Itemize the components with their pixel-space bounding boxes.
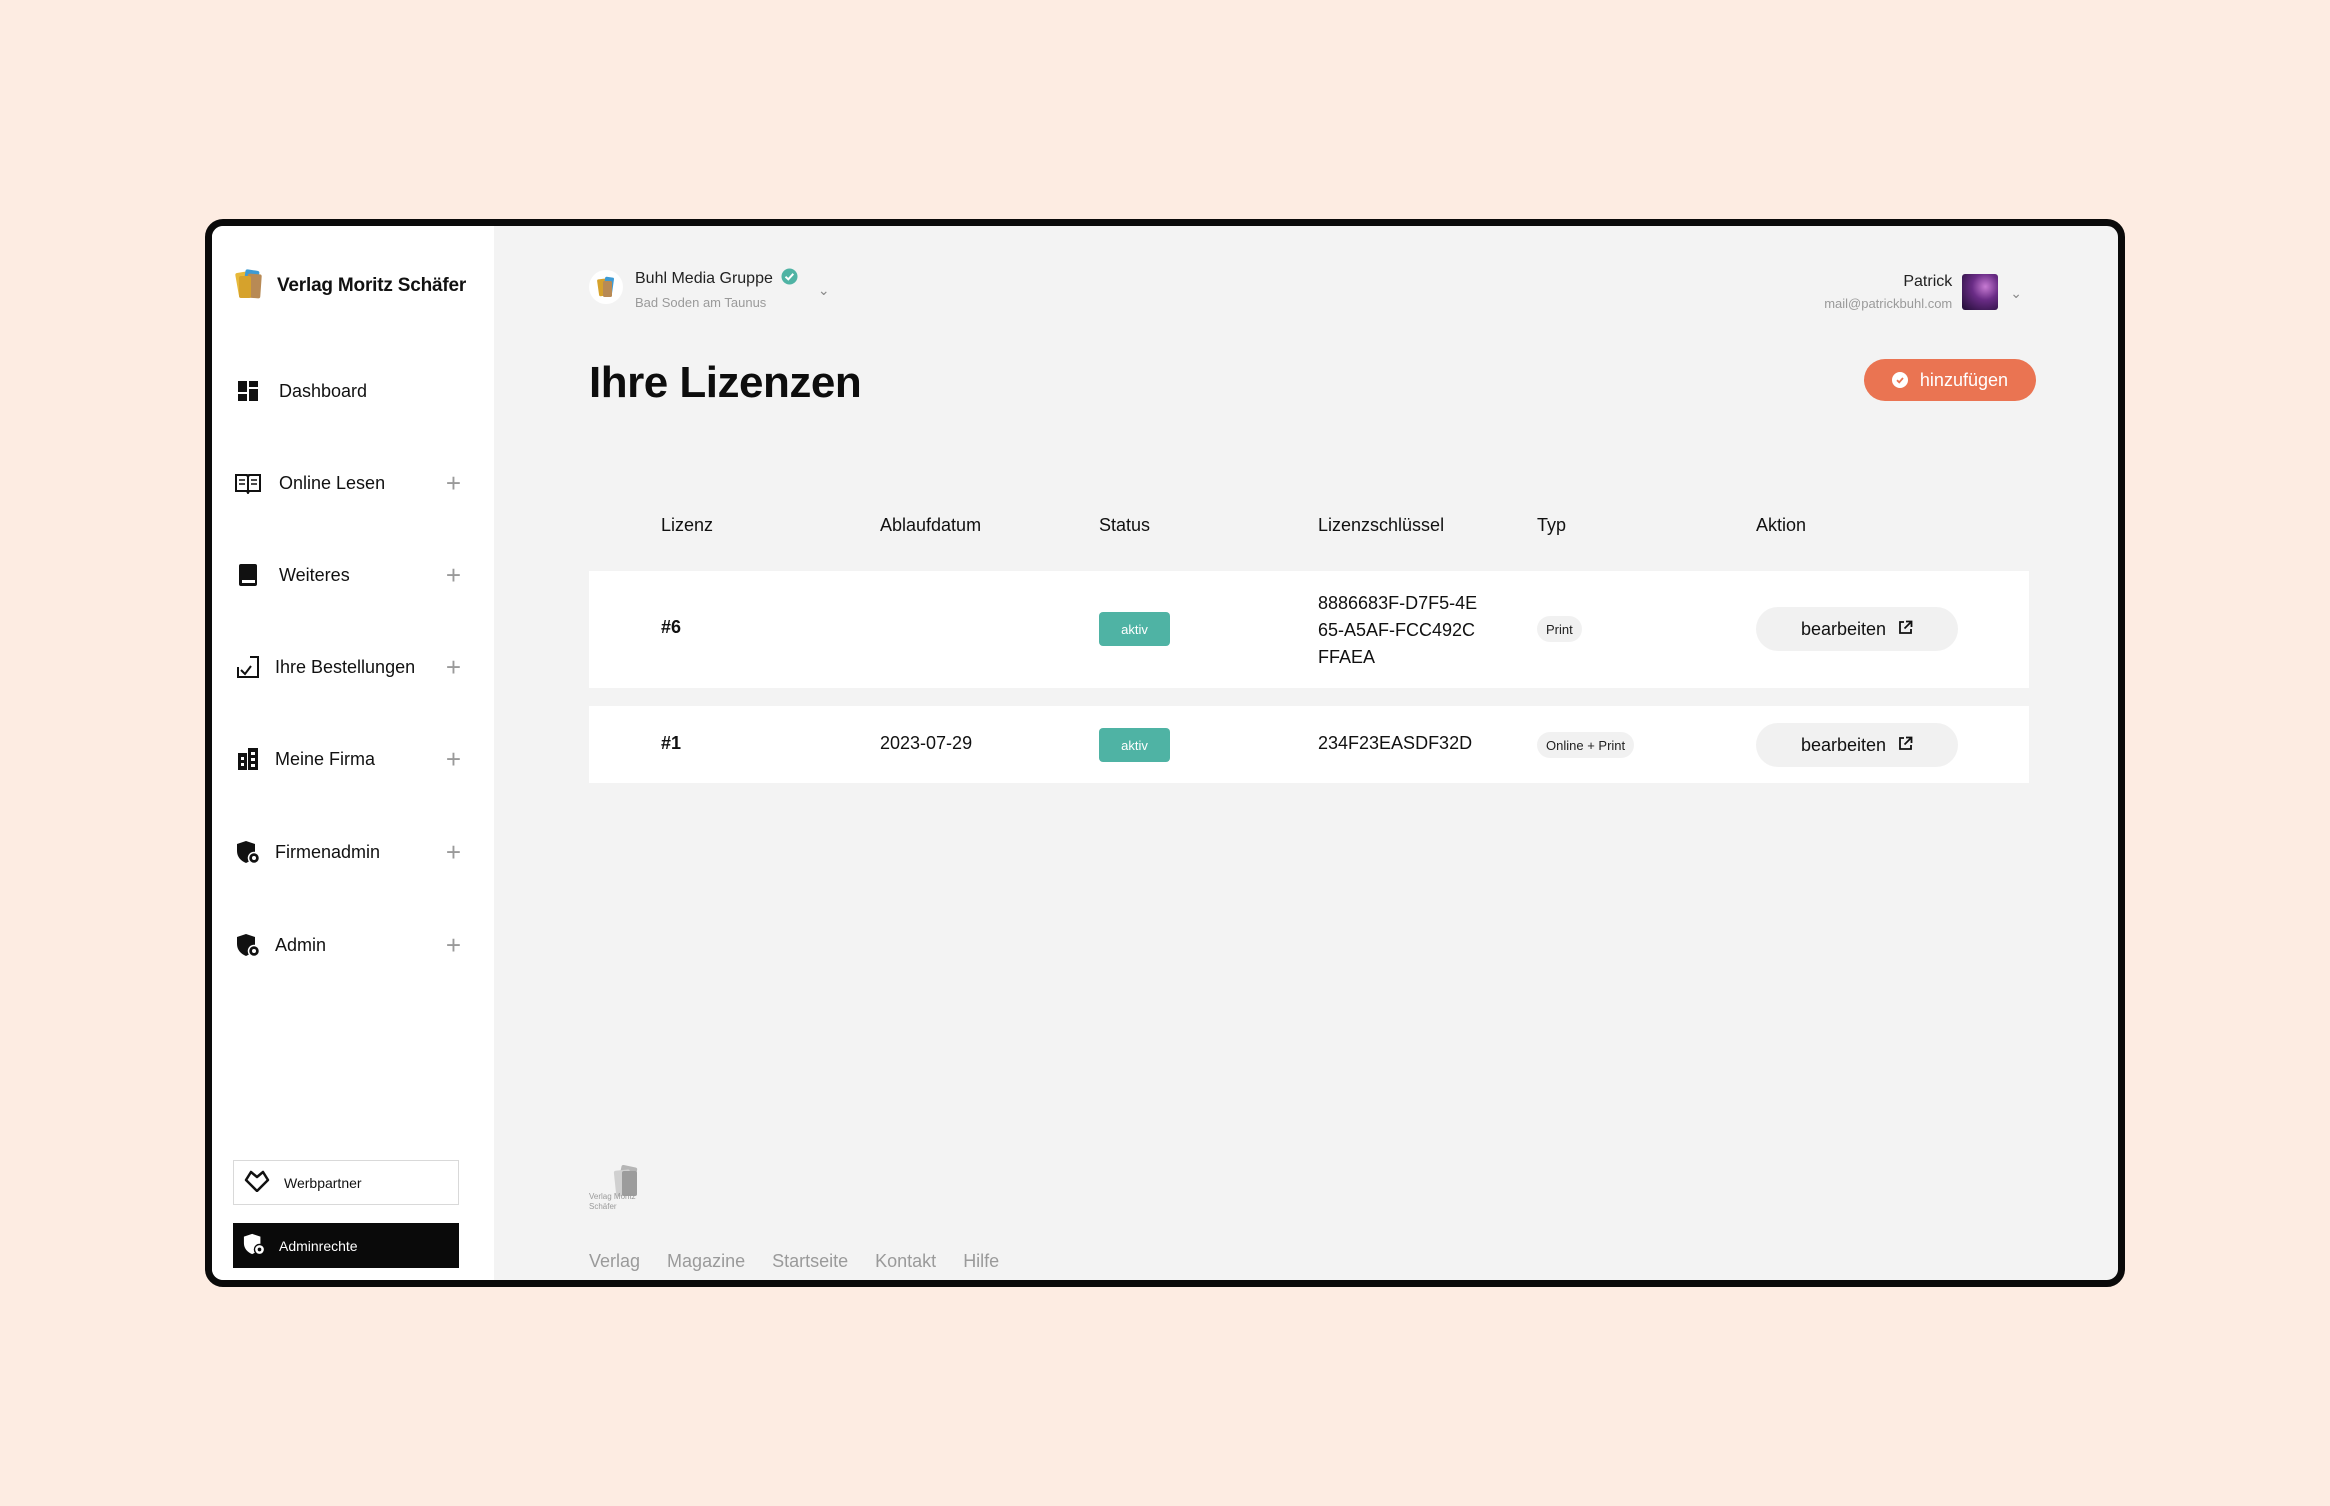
footer-logo-text: Verlag Moritz Schäfer	[589, 1192, 636, 1211]
sidebar-item-label: Meine Firma	[275, 748, 376, 769]
heart-diamond-icon	[244, 1170, 270, 1195]
edit-label: bearbeiten	[1800, 618, 1887, 639]
footer-link-magazine[interactable]: Magazine	[667, 1251, 745, 1272]
checkbox-icon	[235, 654, 261, 680]
books-logo-icon	[235, 266, 265, 305]
app-window: Verlag Moritz Schäfer Dashboard Online L…	[205, 219, 2125, 1287]
license-key: 8886683F-D7F5-4E65-A5AF-FCC492CFFAEA	[1318, 593, 1478, 667]
footer-nav: Verlag Magazine Startseite Kontakt Hilfe	[589, 1251, 999, 1272]
werbpartner-label: Werbpartner	[284, 1174, 362, 1191]
edit-button[interactable]: bearbeiten	[1756, 607, 1958, 651]
sidebar-item-label: Weiteres	[279, 564, 350, 585]
column-header-lizenzschluessel[interactable]: Lizenzschlüssel	[1318, 515, 1444, 536]
sidebar-item-label: Dashboard	[279, 380, 368, 401]
sidebar: Verlag Moritz Schäfer Dashboard Online L…	[212, 226, 494, 1280]
sidebar-item-meine-firma[interactable]: Meine Firma +	[235, 739, 461, 779]
external-link-icon	[1898, 619, 1913, 640]
license-key: 234F23EASDF32D	[1318, 733, 1473, 753]
table-row: #1 2023-07-29 aktiv 234F23EASDF32D Onlin…	[589, 706, 2029, 783]
chevron-down-icon[interactable]: ⌄	[818, 282, 830, 299]
user-menu[interactable]: Patrick mail@patrickbuhl.com ⌄	[1824, 273, 2022, 311]
column-header-ablaufdatum[interactable]: Ablaufdatum	[880, 515, 981, 536]
building-icon	[235, 746, 261, 772]
footer-link-hilfe[interactable]: Hilfe	[963, 1251, 999, 1272]
sidebar-item-online-lesen[interactable]: Online Lesen +	[235, 463, 461, 503]
shield-icon	[243, 1233, 266, 1258]
edit-label: bearbeiten	[1800, 734, 1887, 755]
dashboard-icon	[235, 378, 261, 404]
sidebar-item-ihre-bestellungen[interactable]: Ihre Bestellungen +	[235, 647, 461, 687]
main-content: Buhl Media Gruppe Bad Soden am Taunus ⌄ …	[494, 226, 2118, 1280]
footer-link-startseite[interactable]: Startseite	[772, 1251, 848, 1272]
expand-plus-icon[interactable]: +	[446, 470, 461, 496]
shield-icon	[235, 839, 261, 865]
sidebar-item-firmenadmin[interactable]: Firmenadmin +	[235, 832, 461, 872]
expiry-date: 2023-07-29	[880, 733, 973, 753]
add-license-label: hinzufügen	[1919, 369, 2008, 390]
book-icon	[235, 562, 261, 588]
table-header: Lizenz Ablaufdatum Status Lizenzschlüsse…	[589, 515, 2029, 545]
license-number: #6	[661, 617, 682, 637]
edit-button[interactable]: bearbeiten	[1756, 723, 1958, 767]
status-badge: aktiv	[1099, 612, 1170, 646]
status-badge: aktiv	[1099, 728, 1170, 762]
adminrechte-label: Adminrechte	[279, 1237, 358, 1254]
sidebar-item-label: Admin	[275, 934, 327, 955]
sidebar-item-label: Online Lesen	[279, 472, 386, 493]
check-circle-icon	[1891, 372, 1908, 388]
external-link-icon	[1898, 735, 1913, 756]
expand-plus-icon[interactable]: +	[446, 562, 461, 588]
brand[interactable]: Verlag Moritz Schäfer	[235, 266, 466, 305]
table-row: #6 aktiv 8886683F-D7F5-4E65-A5AF-FCC492C…	[589, 571, 2029, 688]
open-book-icon	[235, 470, 261, 496]
sidebar-item-admin[interactable]: Admin +	[235, 925, 461, 965]
add-license-button[interactable]: hinzufügen	[1863, 359, 2036, 401]
expand-plus-icon[interactable]: +	[446, 839, 461, 865]
brand-name: Verlag Moritz Schäfer	[277, 274, 467, 296]
footer-logo[interactable]: Verlag Moritz Schäfer	[589, 1164, 653, 1223]
verified-check-icon	[781, 268, 798, 290]
type-badge: Online + Print	[1537, 732, 1635, 758]
column-header-status[interactable]: Status	[1099, 515, 1150, 536]
org-location: Bad Soden am Taunus	[635, 295, 767, 310]
expand-plus-icon[interactable]: +	[446, 654, 461, 680]
adminrechte-button[interactable]: Adminrechte	[233, 1223, 459, 1268]
footer-link-kontakt[interactable]: Kontakt	[875, 1251, 936, 1272]
sidebar-item-dashboard[interactable]: Dashboard	[235, 371, 461, 411]
sidebar-item-label: Firmenadmin	[275, 841, 381, 862]
chevron-down-icon[interactable]: ⌄	[2010, 285, 2022, 302]
org-switcher[interactable]: Buhl Media Gruppe Bad Soden am Taunus ⌄	[589, 268, 830, 310]
sidebar-item-label: Ihre Bestellungen	[275, 656, 416, 677]
expand-plus-icon[interactable]: +	[446, 746, 461, 772]
expand-plus-icon[interactable]: +	[446, 932, 461, 958]
books-logo-icon	[589, 269, 623, 309]
sidebar-item-weiteres[interactable]: Weiteres +	[235, 555, 461, 595]
column-header-lizenz[interactable]: Lizenz	[661, 515, 713, 536]
type-badge: Print	[1537, 616, 1582, 642]
user-email: mail@patrickbuhl.com	[1824, 296, 1953, 311]
org-name: Buhl Media Gruppe	[635, 270, 773, 287]
footer-link-verlag[interactable]: Verlag	[589, 1251, 640, 1272]
werbpartner-button[interactable]: Werbpartner	[233, 1160, 459, 1205]
avatar[interactable]	[1962, 274, 1999, 310]
shield-icon	[235, 932, 261, 958]
license-number: #1	[661, 733, 682, 753]
user-name: Patrick	[1903, 273, 1953, 290]
page-title: Ihre Lizenzen	[589, 358, 862, 407]
column-header-typ[interactable]: Typ	[1537, 515, 1566, 536]
column-header-aktion[interactable]: Aktion	[1756, 515, 1806, 536]
